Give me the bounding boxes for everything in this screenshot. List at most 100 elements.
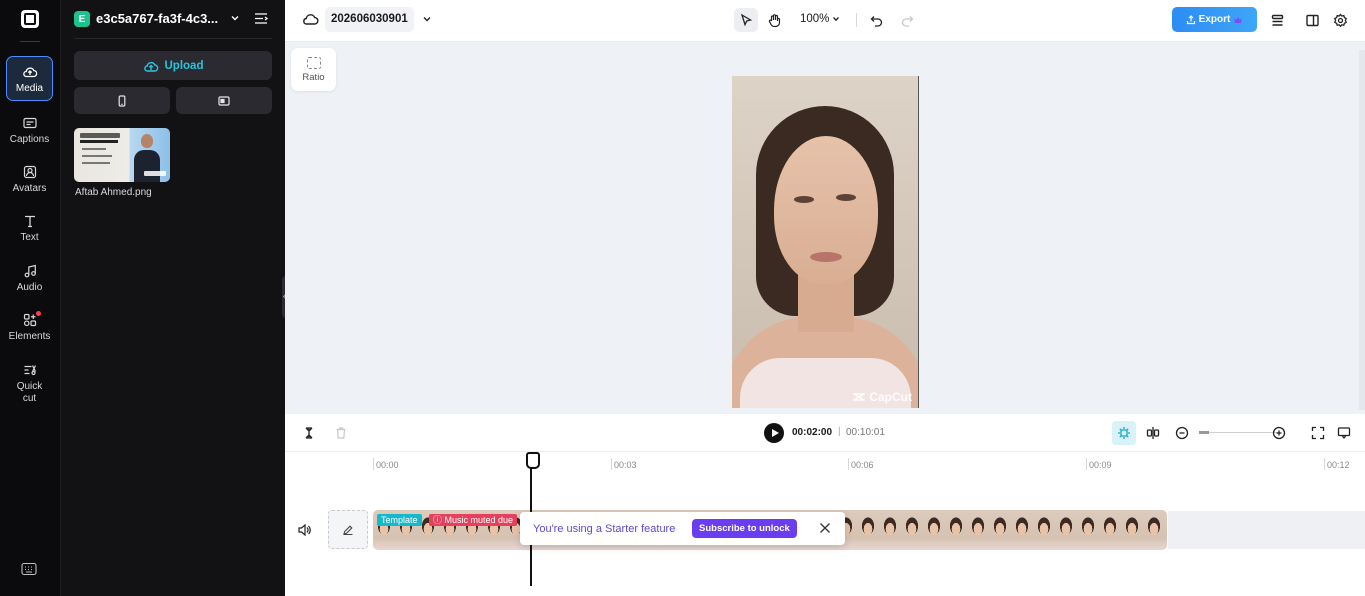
ruler-tick: 00:03: [611, 458, 637, 470]
rail-item-captions[interactable]: Captions: [6, 115, 53, 146]
music-muted-badge: ⓘ Music muted due: [429, 514, 518, 526]
export-button[interactable]: Export: [1172, 7, 1257, 32]
edit-cover-button[interactable]: [328, 510, 368, 549]
timeline-zoom-slider[interactable]: [1199, 431, 1279, 434]
panel-divider: [74, 38, 272, 39]
cursor-icon: [740, 13, 752, 26]
crown-icon: [1234, 16, 1243, 23]
magnet-snap-icon: [1118, 427, 1130, 439]
settings-button[interactable]: [1328, 8, 1352, 32]
timeline[interactable]: 00:00 00:03 00:06 00:09 00:12 Template ⓘ…: [285, 452, 1365, 596]
chevron-down-icon[interactable]: [229, 12, 241, 24]
zoom-in-button[interactable]: [1270, 424, 1288, 442]
split-clip-button[interactable]: [300, 424, 318, 442]
redo-button[interactable]: [895, 8, 919, 32]
toast-message: You're using a Starter feature: [533, 523, 676, 535]
upload-button[interactable]: Upload: [74, 51, 272, 80]
rail-item-media[interactable]: Media: [6, 56, 53, 101]
total-time: 00:10:01: [846, 427, 885, 438]
thumb-line: [82, 162, 110, 164]
thumb-line: [80, 133, 120, 138]
cloud-upload-icon: [22, 67, 37, 78]
rail-item-label: Avatars: [12, 183, 47, 194]
thumb-line: [82, 148, 106, 150]
capcut-logo-icon[interactable]: [21, 10, 39, 28]
split-view-button[interactable]: [1300, 8, 1324, 32]
ratio-button[interactable]: Ratio: [291, 48, 336, 91]
current-time: 00:02:00: [792, 427, 833, 438]
delete-button[interactable]: [332, 424, 350, 442]
layers-icon: [1271, 14, 1283, 26]
aspect-ratio-icon: [306, 56, 321, 69]
elements-icon: [23, 313, 36, 327]
screen-icon: [218, 95, 230, 106]
starter-feature-toast: You're using a Starter feature Subscribe…: [520, 512, 845, 545]
split-panel-icon: [1305, 14, 1319, 26]
video-figure: [794, 196, 814, 203]
rail-item-quick-cut[interactable]: Quick cut: [6, 362, 53, 405]
redo-icon: [901, 15, 913, 27]
thumb-line: [82, 155, 112, 157]
rail-divider: [20, 41, 40, 42]
phone-source-button[interactable]: [74, 87, 170, 114]
music-note-icon: [24, 264, 36, 278]
trash-icon: [336, 427, 346, 439]
hand-tool-button[interactable]: [762, 8, 786, 32]
list-menu-icon[interactable]: [254, 12, 268, 25]
rail-item-avatars[interactable]: Avatars: [6, 164, 53, 195]
select-tool-button[interactable]: [734, 8, 758, 32]
fullscreen-icon: [1311, 426, 1325, 440]
playback-bar: 00:02:00 | 00:10:01: [285, 414, 1365, 452]
captions-icon: [22, 117, 37, 129]
top-toolbar: 202606030901 100% Export: [285, 0, 1365, 42]
project-title[interactable]: 202606030901: [325, 7, 414, 32]
rail-item-label: Text: [20, 232, 39, 243]
keyboard-shortcuts-icon[interactable]: [21, 562, 37, 576]
ruler-tick: 00:06: [848, 458, 874, 470]
template-badge: Template: [377, 514, 422, 526]
feedback-button[interactable]: [1335, 424, 1353, 442]
avatar-icon: [23, 165, 36, 179]
ruler-tick: 00:12: [1324, 458, 1350, 470]
rail-item-label: Audio: [16, 282, 43, 293]
export-label: Export: [1198, 14, 1231, 25]
screen-record-button[interactable]: [176, 87, 272, 114]
left-rail: Media Captions Avatars Text Audio Elemen…: [0, 0, 61, 596]
undo-icon: [870, 15, 882, 27]
minus-circle-icon: [1175, 426, 1189, 440]
zoom-level[interactable]: 100%: [800, 13, 829, 25]
undo-button[interactable]: [864, 8, 888, 32]
capcut-watermark: CapCut: [852, 390, 912, 404]
rail-item-elements[interactable]: Elements: [6, 311, 53, 343]
phone-icon: [118, 94, 126, 107]
rail-item-label: Elements: [8, 331, 51, 342]
align-center-icon: [1146, 427, 1160, 439]
rail-item-text[interactable]: Text: [6, 213, 53, 244]
close-icon[interactable]: [818, 521, 832, 535]
speaker-icon[interactable]: [297, 523, 311, 537]
video-preview[interactable]: CapCut: [732, 76, 919, 408]
subscribe-button[interactable]: Subscribe to unlock: [692, 519, 797, 538]
auto-snap-button[interactable]: [1112, 421, 1136, 445]
pencil-icon: [343, 524, 353, 535]
thumb-tag: [144, 171, 166, 176]
media-thumbnail[interactable]: [74, 128, 170, 182]
rail-item-audio[interactable]: Audio: [6, 263, 53, 294]
text-icon: [24, 215, 35, 228]
ruler-tick: 00:00: [373, 458, 399, 470]
cloud-sync-icon[interactable]: [301, 11, 319, 27]
layers-button[interactable]: [1265, 8, 1289, 32]
capcut-logo-icon: [853, 393, 866, 401]
fullscreen-button[interactable]: [1309, 424, 1327, 442]
link-clips-button[interactable]: [1144, 424, 1162, 442]
toolbar-divider: [856, 13, 857, 27]
project-name[interactable]: e3c5a767-fa3f-4c3...: [96, 11, 236, 26]
video-figure: [836, 194, 856, 201]
comment-icon: [1337, 427, 1351, 440]
chevron-down-icon[interactable]: [831, 14, 841, 24]
chevron-down-icon[interactable]: [421, 13, 433, 25]
zoom-out-button[interactable]: [1173, 424, 1191, 442]
media-panel: E e3c5a767-fa3f-4c3... Upload Aftab Ahme…: [61, 0, 285, 596]
canvas-scrollbar[interactable]: [1359, 50, 1365, 410]
play-button[interactable]: [764, 423, 784, 443]
